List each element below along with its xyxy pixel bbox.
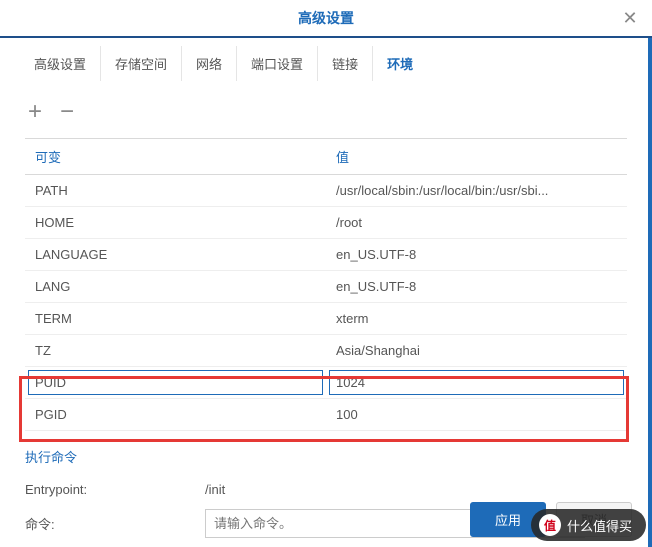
table-row[interactable]: HOME /root (25, 207, 627, 239)
table-row[interactable]: PGID 100 (25, 399, 627, 431)
col-value[interactable]: 值 (326, 139, 627, 175)
col-variable[interactable]: 可变 (25, 139, 326, 175)
watermark-text: 什么值得买 (567, 516, 632, 535)
table-row[interactable] (25, 367, 627, 399)
cell-val: /root (326, 207, 627, 239)
cell-var: TZ (25, 335, 326, 367)
close-icon[interactable]: ✕ (620, 8, 640, 28)
command-label: 命令: (25, 514, 205, 533)
table-row[interactable]: LANGUAGE en_US.UTF-8 (25, 239, 627, 271)
tab-advanced[interactable]: 高级设置 (20, 46, 101, 81)
remove-icon[interactable]: − (57, 100, 77, 124)
cell-var: TERM (25, 303, 326, 335)
cell-var: PATH (25, 175, 326, 207)
add-icon[interactable]: + (25, 100, 45, 124)
toolbar: + − (25, 92, 627, 138)
watermark: 值 什么值得买 (531, 509, 646, 541)
right-edge-decoration (648, 38, 652, 547)
tab-network[interactable]: 网络 (182, 46, 237, 81)
entrypoint-label: Entrypoint: (25, 482, 205, 497)
tab-ports[interactable]: 端口设置 (237, 46, 318, 81)
entrypoint-value: /init (205, 482, 225, 497)
watermark-badge: 值 (539, 514, 561, 536)
cell-val: en_US.UTF-8 (326, 239, 627, 271)
cell-val: 100 (326, 399, 627, 431)
cell-var: PGID (25, 399, 326, 431)
tab-environment[interactable]: 环境 (373, 46, 427, 81)
cell-val: Asia/Shanghai (326, 335, 627, 367)
table-row[interactable]: PATH /usr/local/sbin:/usr/local/bin:/usr… (25, 175, 627, 207)
env-table: 可变 值 PATH /usr/local/sbin:/usr/local/bin… (25, 138, 627, 431)
table-row[interactable]: LANG en_US.UTF-8 (25, 271, 627, 303)
cell-val: xterm (326, 303, 627, 335)
cell-var: HOME (25, 207, 326, 239)
cell-val: /usr/local/sbin:/usr/local/bin:/usr/sbi.… (326, 175, 627, 207)
var-input[interactable] (28, 370, 323, 395)
cell-var: LANG (25, 271, 326, 303)
table-row[interactable]: TERM xterm (25, 303, 627, 335)
dialog-title: 高级设置 (298, 8, 354, 28)
tab-links[interactable]: 链接 (318, 46, 373, 81)
exec-section-title: 执行命令 (25, 431, 627, 476)
titlebar: 高级设置 ✕ (0, 0, 652, 38)
tabs: 高级设置 存储空间 网络 端口设置 链接 环境 (0, 38, 652, 82)
table-row[interactable]: TZ Asia/Shanghai (25, 335, 627, 367)
tab-volume[interactable]: 存储空间 (101, 46, 182, 81)
cell-var: LANGUAGE (25, 239, 326, 271)
cell-val: en_US.UTF-8 (326, 271, 627, 303)
val-input[interactable] (329, 370, 624, 395)
